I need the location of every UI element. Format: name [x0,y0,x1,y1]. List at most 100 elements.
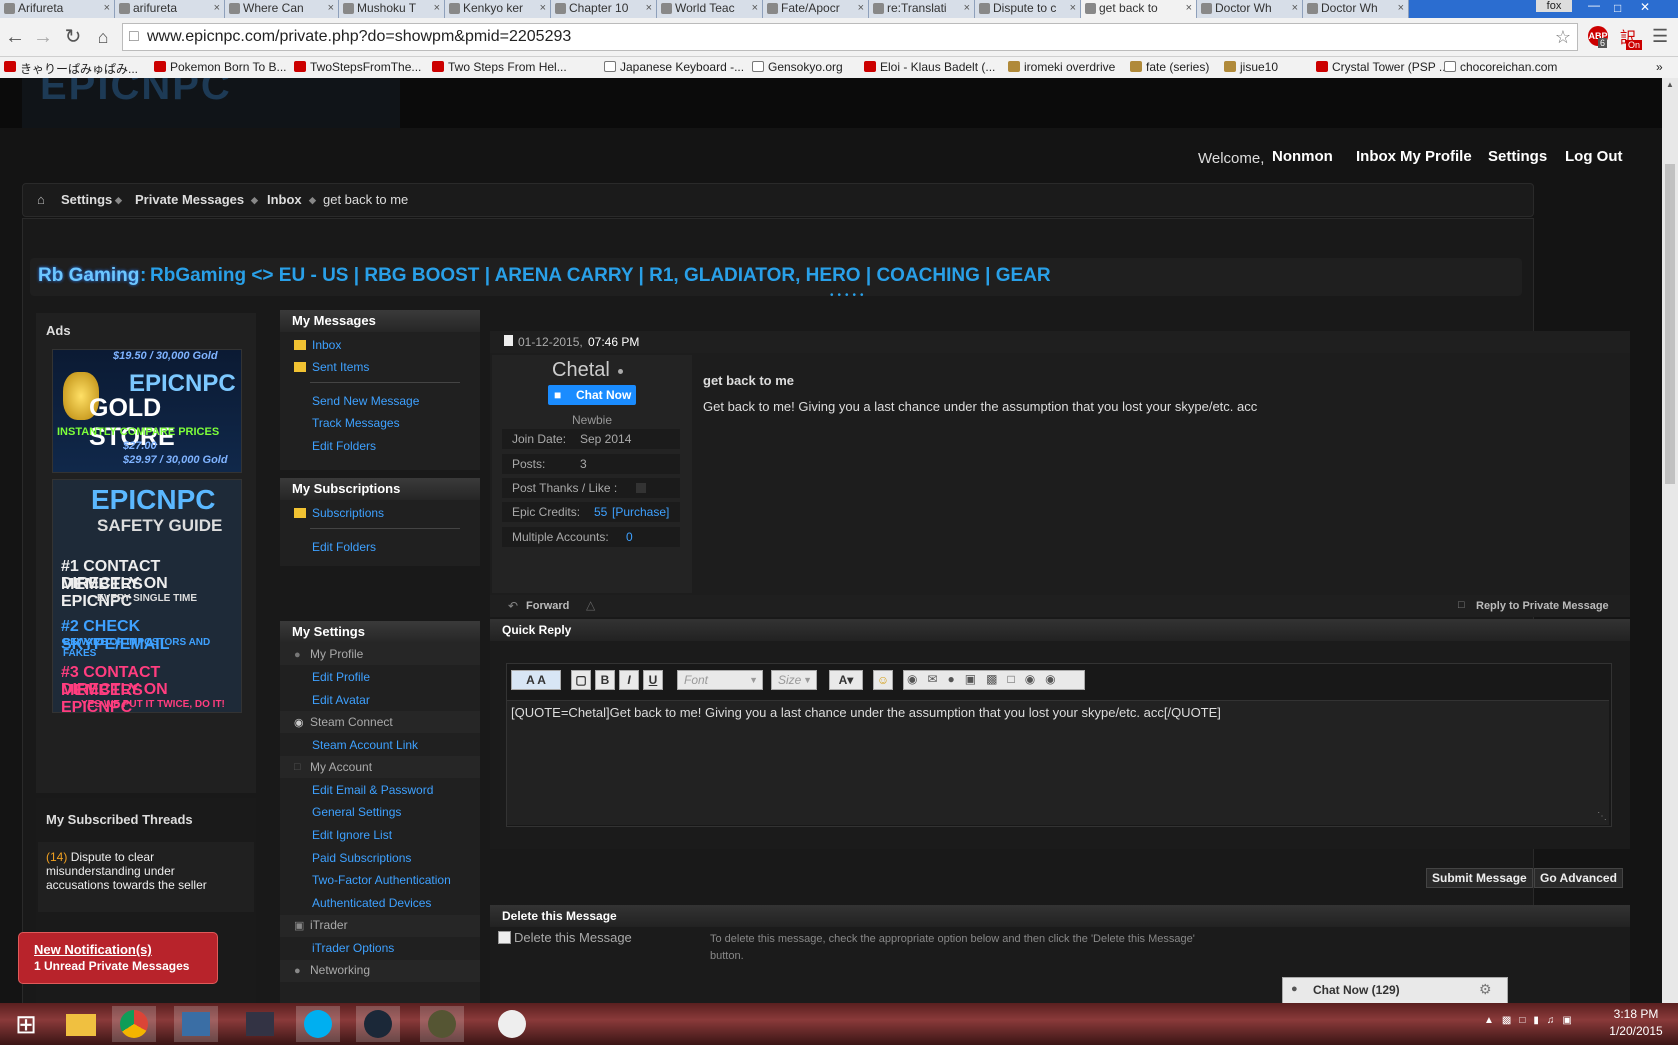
size-select[interactable]: Size ▼ [771,670,817,690]
breadcrumb-private-messages[interactable]: Private Messages [135,192,244,207]
multi-accounts-value[interactable]: 0 [626,527,633,547]
nav-inbox-link[interactable]: Inbox [1356,148,1396,165]
ad-pager-dots[interactable]: ••••• [830,290,868,301]
sidebar-item-edit-ignore[interactable]: Edit Ignore List [312,828,392,842]
maximize-button[interactable]: □ [1614,1,1621,15]
resize-handle-icon[interactable]: ⋱ [1597,811,1607,822]
underline-icon[interactable]: U [643,670,663,690]
sidebar-item-send-new[interactable]: Send New Message [312,394,419,408]
nav-settings-link[interactable]: Settings [1488,148,1547,165]
chrome-icon[interactable] [112,1006,156,1042]
close-tab-icon[interactable]: × [858,0,864,17]
browser-tab[interactable]: Arifureta × [0,0,115,18]
smilie-icon[interactable]: ☺ [873,670,893,690]
browser-tab[interactable]: re:Translati × [869,0,975,18]
breadcrumb-inbox[interactable]: Inbox [267,192,302,207]
clock-time[interactable]: 3:18 PM [1606,1007,1666,1021]
bold-icon[interactable]: B [595,670,615,690]
app-icon[interactable] [490,1006,534,1042]
sidebar-item-paid-subs[interactable]: Paid Subscriptions [312,851,411,865]
bookmark-item[interactable]: chocoreichan.com [1444,60,1557,74]
chat-now-button[interactable]: ■ Chat Now [548,385,636,405]
scrollbar-thumb[interactable] [1665,164,1675,484]
browser-tab[interactable]: Fate/Apocr × [763,0,869,18]
bookmark-item[interactable]: Crystal Tower (PSP ... [1316,60,1449,74]
browser-tab[interactable]: World Teac × [657,0,763,18]
steam-icon[interactable] [356,1006,400,1042]
font-select[interactable]: Font ▼ [677,670,763,690]
close-tab-icon[interactable]: × [214,0,220,17]
thread-title-link[interactable]: Dispute to clear misunderstanding under … [46,850,207,892]
italic-icon[interactable]: I [619,670,639,690]
close-tab-icon[interactable]: × [1398,0,1404,17]
minimize-button[interactable]: — [1588,0,1600,12]
address-bar[interactable]: □ www.epicnpc.com/private.php?do=showpm&… [122,23,1578,51]
gold-store-ad[interactable]: $19.50 / 30,000 Gold EPICNPC GOLD STORE … [52,349,242,473]
close-tab-icon[interactable]: × [646,0,652,17]
gear-icon[interactable]: ⚙ [1479,981,1492,998]
game-icon[interactable] [420,1006,464,1042]
skype-icon[interactable] [296,1006,340,1042]
sidebar-item-itrader-options[interactable]: iTrader Options [312,941,394,955]
go-advanced-button[interactable]: Go Advanced [1534,868,1623,888]
sidebar-item-edit-profile[interactable]: Edit Profile [312,670,370,684]
page-scrollbar[interactable]: ▲ [1662,78,1678,1003]
reply-link[interactable]: Reply to Private Message [1476,600,1609,612]
nav-logout-link[interactable]: Log Out [1565,148,1622,165]
notification-title[interactable]: New Notification(s) [34,942,152,957]
sidebar-item-inbox[interactable]: Inbox [312,338,341,352]
start-icon[interactable]: ⊞ [4,1006,48,1042]
browser-tab[interactable]: Mushoku T × [339,0,445,18]
bookmark-item[interactable]: Japanese Keyboard -... [604,60,744,74]
site-logo[interactable]: EPICNPC [22,78,400,128]
browser-tab[interactable]: Dispute to c × [975,0,1081,18]
report-icon[interactable]: △ [586,598,595,612]
profile-badge[interactable]: fox [1536,0,1572,12]
bookmark-item[interactable]: Two Steps From Hel... [432,60,567,74]
submit-message-button[interactable]: Submit Message [1426,868,1533,888]
bookmark-item[interactable]: Gensokyo.org [752,60,843,74]
chat-bar[interactable]: ● Chat Now (129) ⚙ [1282,977,1508,1003]
sidebar-item-edit-folders[interactable]: Edit Folders [312,439,376,453]
sidebar-item-track[interactable]: Track Messages [312,416,400,430]
sidebar-item-two-factor[interactable]: Two-Factor Authentication [312,873,451,887]
bookmark-item[interactable]: fate (series) [1130,60,1209,74]
sidebar-item-subs-edit-folders[interactable]: Edit Folders [312,540,376,554]
bookmark-item[interactable]: jisue10 [1224,60,1278,74]
bookmark-item[interactable]: きゃりーぱみゅぱみ... [4,60,138,77]
ad-text[interactable]: RbGaming <> EU - US | RBG BOOST | ARENA … [150,265,1051,287]
close-tab-icon[interactable]: × [1070,0,1076,17]
editor-app-icon[interactable] [174,1006,218,1042]
sidebar-item-steam-link[interactable]: Steam Account Link [312,738,418,752]
close-window-button[interactable]: ✕ [1640,0,1650,14]
menu-icon[interactable]: ☰ [1652,26,1668,47]
close-tab-icon[interactable]: × [964,0,970,17]
browser-tab[interactable]: Chapter 10 × [551,0,657,18]
browser-tab[interactable]: Kenkyo ker × [445,0,551,18]
sidebar-item-auth-devices[interactable]: Authenticated Devices [312,896,431,910]
browser-tab[interactable]: Doctor Wh × [1303,0,1409,18]
close-tab-icon[interactable]: × [328,0,334,17]
forward-icon[interactable]: → [30,24,56,50]
browser-tab[interactable]: Where Can × [225,0,339,18]
media-app-icon[interactable] [238,1006,282,1042]
text-color-icon[interactable]: A A [511,670,561,690]
scroll-up-icon[interactable]: ▲ [1666,80,1674,89]
font-color-icon[interactable]: A▾ [829,670,863,690]
close-tab-icon[interactable]: × [1186,0,1192,17]
home-icon[interactable]: ⌂ [90,24,116,50]
back-icon[interactable]: ← [2,24,28,50]
star-icon[interactable]: ☆ [1555,24,1571,50]
nav-my-profile-link[interactable]: My Profile [1400,148,1472,165]
safety-guide-ad[interactable]: EPICNPC SAFETY GUIDE #1 CONTACT MEMBERS … [52,479,242,716]
remove-format-icon[interactable]: ▢ [571,670,591,690]
file-explorer-icon[interactable] [58,1006,102,1042]
delete-checkbox[interactable] [498,931,511,944]
home-icon[interactable]: ⌂ [37,192,45,207]
close-tab-icon[interactable]: × [434,0,440,17]
forward-link[interactable]: Forward [526,600,569,612]
reload-icon[interactable]: ↻ [60,24,86,50]
bookmark-item[interactable]: Eloi - Klaus Badelt (... [864,60,995,74]
sidebar-item-edit-email[interactable]: Edit Email & Password [312,783,433,797]
sidebar-item-sent[interactable]: Sent Items [312,360,369,374]
